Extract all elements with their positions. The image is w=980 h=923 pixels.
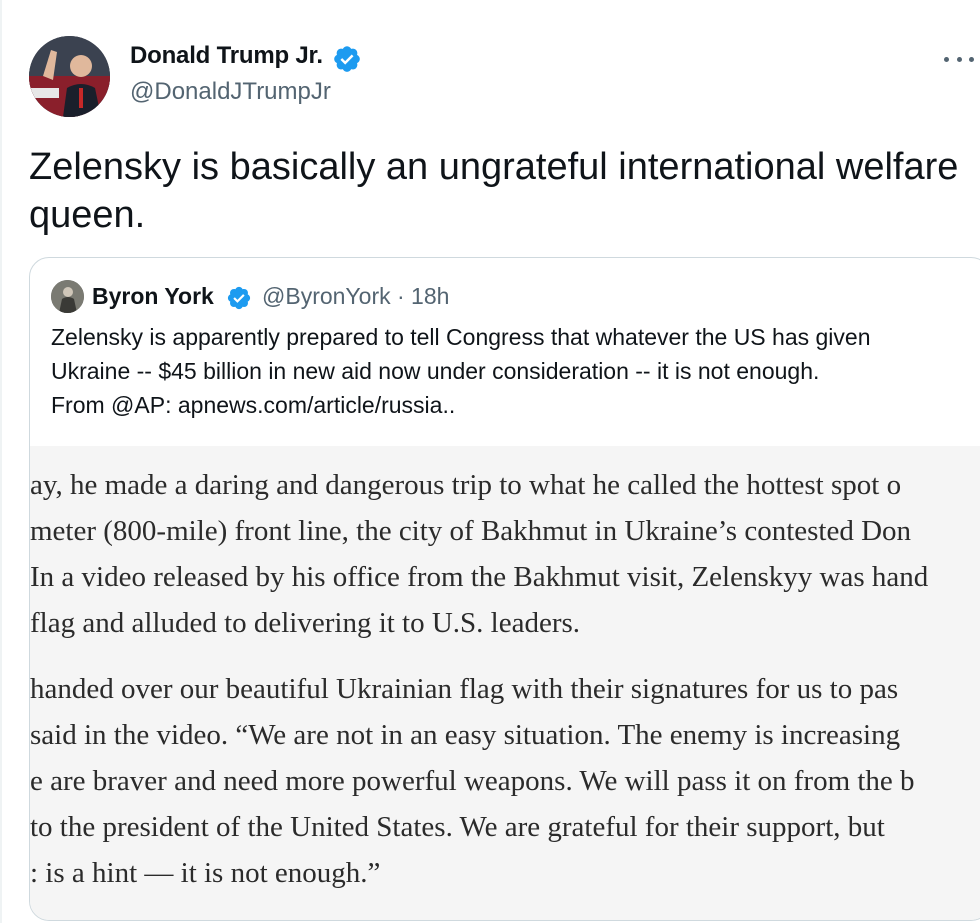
author-avatar[interactable]	[29, 36, 110, 117]
more-dot	[944, 56, 949, 62]
quoted-handle-time[interactable]: @ByronYork · 18h	[262, 283, 449, 310]
article-screenshot[interactable]: ay, he made a daring and dangerous trip …	[30, 446, 980, 920]
article-line: said in the video. “We are not in an eas…	[30, 719, 901, 751]
article-line: e are braver and need more powerful weap…	[30, 765, 915, 797]
article-line: In a video released by his office from t…	[30, 561, 929, 593]
more-dot	[956, 56, 962, 62]
tweet-text: Zelensky is basically an ungrateful inte…	[29, 146, 959, 236]
quoted-author-name[interactable]: Byron York	[92, 283, 214, 310]
timeline-border	[0, 0, 2, 923]
article-line: ay, he made a daring and dangerous trip …	[30, 469, 902, 501]
quoted-text-line: Zelensky is apparently prepared to tell …	[51, 324, 871, 350]
quoted-author-avatar[interactable]	[51, 280, 84, 313]
more-options-icon[interactable]	[944, 44, 974, 74]
more-dot	[969, 56, 974, 62]
profile-photo	[29, 36, 110, 117]
article-line: to the president of the United States. W…	[30, 811, 885, 843]
article-line: handed over our beautiful Ukrainian flag…	[30, 673, 899, 705]
author-name[interactable]: Donald Trump Jr.	[130, 42, 323, 70]
author-handle[interactable]: @DonaldJTrumpJr	[130, 78, 331, 106]
verified-badge-icon	[227, 286, 251, 310]
article-line: meter (800-mile) front line, the city of…	[30, 515, 912, 547]
article-line: flag and alluded to delivering it to U.S…	[30, 607, 581, 639]
quoted-text-line: From @AP: apnews.com/article/russia..	[51, 392, 456, 418]
quoted-tweet-text: Zelensky is apparently prepared to tell …	[51, 320, 971, 422]
quoted-tweet-card[interactable]: Byron York @ByronYork · 18h Zelensky is …	[29, 257, 980, 921]
article-excerpt: ay, he made a daring and dangerous trip …	[30, 462, 980, 896]
quoted-profile-photo	[51, 280, 84, 313]
article-line: : is a hint — it is not enough.”	[30, 857, 381, 889]
verified-badge-icon	[334, 46, 360, 72]
quoted-text-line: Ukraine -- $45 billion in new aid now un…	[51, 358, 820, 384]
